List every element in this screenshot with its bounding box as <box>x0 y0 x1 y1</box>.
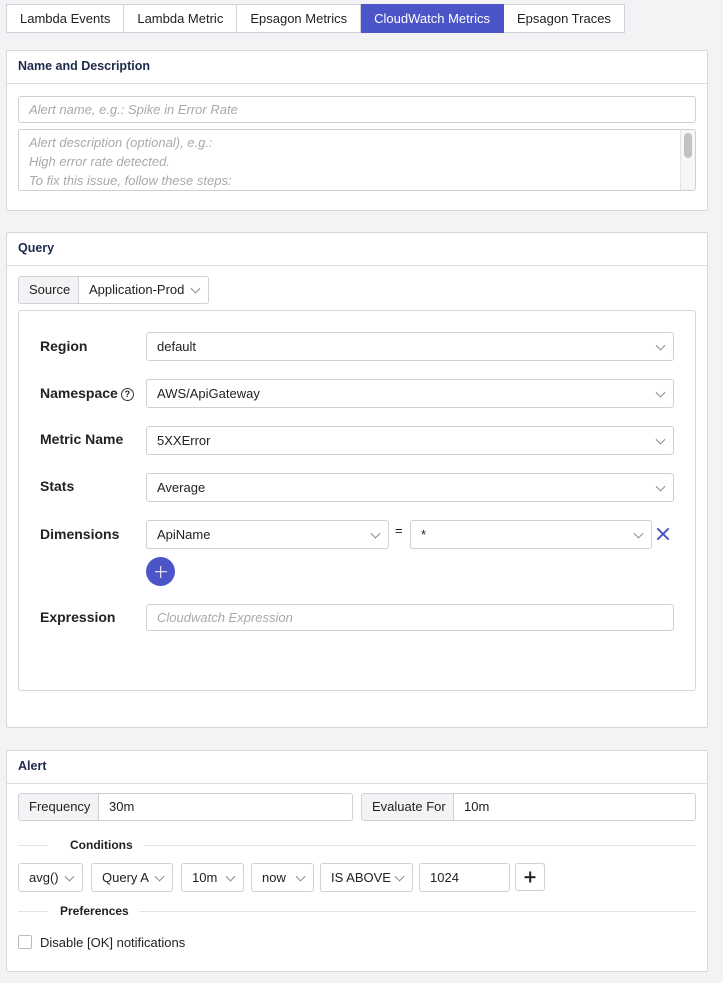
name-description-panel: Name and Description Alert name, e.g.: S… <box>6 50 708 211</box>
source-addon-label: Source <box>18 276 82 304</box>
evaluate-for-value: 10m <box>464 799 490 814</box>
frequency-input[interactable]: 30m <box>98 793 353 821</box>
source-value: Application-Prod <box>89 282 185 297</box>
alert-name-placeholder: Alert name, e.g.: Spike in Error Rate <box>29 102 238 117</box>
evaluate-for-input[interactable]: 10m <box>453 793 696 821</box>
namespace-select[interactable]: AWS/ApiGateway <box>146 379 674 408</box>
expression-input[interactable]: Cloudwatch Expression <box>146 604 674 631</box>
condition-function-select[interactable]: avg() <box>18 863 83 892</box>
namespace-label-text: Namespace <box>40 385 118 401</box>
condition-end-value: now <box>262 870 286 885</box>
description-placeholder-line: Alert description (optional), e.g.: <box>29 135 213 150</box>
condition-operator-value: IS ABOVE <box>331 870 391 885</box>
alert-type-tabs: Lambda Events Lambda Metric Epsagon Metr… <box>6 4 625 33</box>
expression-label: Expression <box>40 609 116 625</box>
chevron-down-icon <box>370 528 381 539</box>
chevron-down-icon <box>394 871 405 882</box>
name-description-title: Name and Description <box>7 51 707 84</box>
chevron-down-icon <box>295 871 306 882</box>
add-condition-button[interactable] <box>515 863 545 891</box>
disable-ok-checkbox[interactable] <box>18 935 32 949</box>
condition-window-select[interactable]: 10m <box>181 863 244 892</box>
chevron-down-icon <box>655 387 666 398</box>
help-icon[interactable]: ? <box>120 388 134 401</box>
dimension-equals: = <box>395 523 403 538</box>
stats-label: Stats <box>40 478 75 494</box>
add-dimension-button[interactable] <box>146 557 175 586</box>
tab-lambda-metric[interactable]: Lambda Metric <box>124 4 238 33</box>
metric-name-select[interactable]: 5XXError <box>146 426 674 455</box>
namespace-value: AWS/ApiGateway <box>157 386 260 401</box>
remove-dimension-icon[interactable] <box>656 527 670 541</box>
dimension-value: * <box>421 527 427 542</box>
description-scrollbar[interactable] <box>680 130 695 190</box>
chevron-down-icon <box>633 528 644 539</box>
evaluate-for-addon-label: Evaluate For <box>361 793 457 821</box>
query-panel: Query Source Application-Prod Region def… <box>6 232 708 728</box>
tab-cloudwatch-metrics[interactable]: CloudWatch Metrics <box>361 4 504 33</box>
metric-name-value: 5XXError <box>157 433 211 448</box>
divider-line <box>18 911 48 912</box>
tab-epsagon-metrics[interactable]: Epsagon Metrics <box>237 4 362 33</box>
region-value: default <box>157 339 197 354</box>
chevron-down-icon <box>190 283 201 294</box>
scrollbar-thumb[interactable] <box>684 133 692 158</box>
chevron-down-icon <box>225 871 236 882</box>
condition-operator-select[interactable]: IS ABOVE <box>320 863 413 892</box>
expression-placeholder: Cloudwatch Expression <box>157 610 293 625</box>
chevron-down-icon <box>64 871 75 882</box>
frequency-value: 30m <box>109 799 135 814</box>
dimension-key-select[interactable]: ApiName <box>146 520 389 549</box>
condition-end-select[interactable]: now <box>251 863 314 892</box>
chevron-down-icon <box>655 340 666 351</box>
chevron-down-icon <box>655 434 666 445</box>
condition-threshold-input[interactable]: 1024 <box>419 863 510 892</box>
condition-query-select[interactable]: Query A <box>91 863 173 892</box>
chevron-down-icon <box>154 871 165 882</box>
source-select[interactable]: Application-Prod <box>78 276 209 304</box>
disable-ok-label: Disable [OK] notifications <box>40 935 186 950</box>
conditions-divider: Conditions <box>18 838 696 852</box>
dimension-value-select[interactable]: * <box>410 520 652 549</box>
preferences-title: Preferences <box>50 904 139 918</box>
conditions-title: Conditions <box>60 838 143 852</box>
region-label: Region <box>40 338 88 354</box>
divider-line <box>18 845 48 846</box>
chevron-down-icon <box>655 481 666 492</box>
divider-line <box>135 911 696 912</box>
region-select[interactable]: default <box>146 332 674 361</box>
stats-value: Average <box>157 480 206 495</box>
description-placeholder-line: To fix this issue, follow these steps: <box>29 173 232 188</box>
dimension-key-value: ApiName <box>157 527 211 542</box>
metric-name-label: Metric Name <box>40 431 124 447</box>
query-title: Query <box>7 233 707 266</box>
alert-name-input[interactable]: Alert name, e.g.: Spike in Error Rate <box>18 96 696 123</box>
dimensions-label: Dimensions <box>40 526 120 542</box>
query-editor-box: Region default Namespace? AWS/ApiGateway… <box>18 310 696 691</box>
alert-title: Alert <box>7 751 707 784</box>
condition-window-value: 10m <box>192 870 218 885</box>
preferences-divider: Preferences <box>18 904 696 918</box>
frequency-addon-label: Frequency <box>18 793 102 821</box>
divider-line <box>128 845 696 846</box>
alert-panel: Alert Frequency 30m Evaluate For 10m Con… <box>6 750 708 972</box>
description-placeholder-line: High error rate detected. <box>29 154 170 169</box>
namespace-label: Namespace? <box>40 385 134 401</box>
condition-threshold-value: 1024 <box>430 870 459 885</box>
condition-query-value: Query A <box>102 870 149 885</box>
stats-select[interactable]: Average <box>146 473 674 502</box>
tab-lambda-events[interactable]: Lambda Events <box>6 4 125 33</box>
condition-function-value: avg() <box>29 870 59 885</box>
tab-epsagon-traces[interactable]: Epsagon Traces <box>503 4 625 33</box>
alert-description-textarea[interactable]: Alert description (optional), e.g.: High… <box>18 129 696 191</box>
